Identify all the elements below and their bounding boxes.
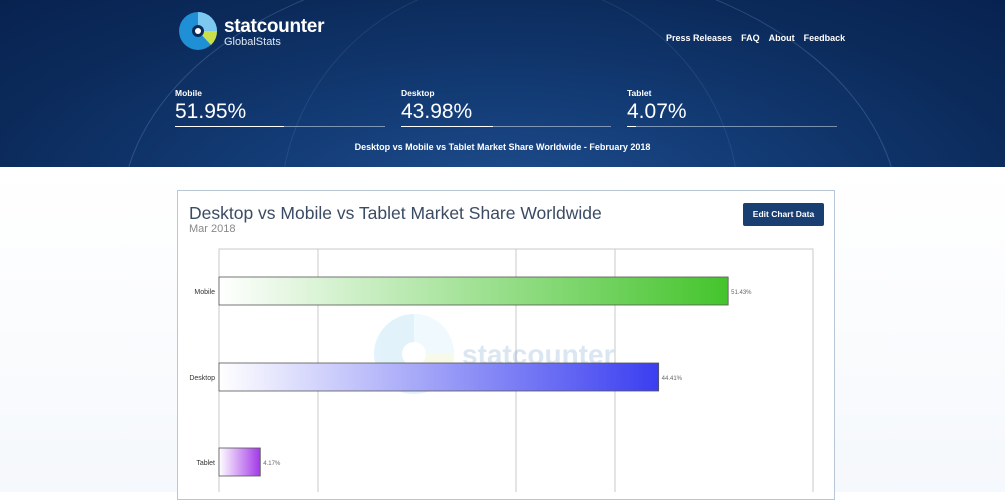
brand-subtitle: GlobalStats [224,36,281,48]
value-label: 4.17% [263,461,281,467]
nav-faq[interactable]: FAQ [741,33,760,43]
statcounter-logo[interactable]: statcounter GlobalStats [178,10,324,52]
bar-desktop[interactable] [218,362,660,392]
header-banner: statcounter GlobalStats Press Releases F… [0,0,1005,167]
stat-tablet[interactable]: Tablet 4.07% [627,88,837,127]
nav-about[interactable]: About [769,33,795,43]
value-label: 51.43% [731,290,752,296]
stat-progress-bar [401,126,611,127]
stat-progress-fill [627,126,636,127]
nav-feedback[interactable]: Feedback [804,33,846,43]
stat-value: 43.98% [401,100,473,123]
stat-value: 4.07% [627,100,687,123]
headline: Desktop vs Mobile vs Tablet Market Share… [354,142,651,152]
value-label: 44.41% [662,376,683,382]
edit-chart-data-button[interactable]: Edit Chart Data [743,203,824,226]
brand-name: statcounter [224,16,325,37]
category-label: Desktop [189,375,215,382]
stat-mobile[interactable]: Mobile 51.95% [175,88,385,127]
stat-progress-fill [175,126,285,127]
category-label: Tablet [196,460,215,467]
stat-progress-bar [627,126,837,127]
stat-label: Tablet [627,88,652,98]
stat-label: Mobile [175,88,202,98]
nav-press-releases[interactable]: Press Releases [666,33,732,43]
statcounter-logo-icon [179,12,218,50]
bar-tablet[interactable] [218,447,261,477]
stat-label: Desktop [401,88,435,98]
chart-title: Desktop vs Mobile vs Tablet Market Share… [189,203,602,223]
chart-date: Mar 2018 [189,223,236,235]
stat-value: 51.95% [175,100,247,123]
stat-progress-fill [401,126,494,127]
category-label: Mobile [194,289,215,296]
stat-progress-bar [175,126,385,127]
top-nav: Press Releases FAQ About Feedback [666,33,845,43]
bar-mobile[interactable] [218,276,729,306]
stat-desktop[interactable]: Desktop 43.98% [401,88,611,127]
